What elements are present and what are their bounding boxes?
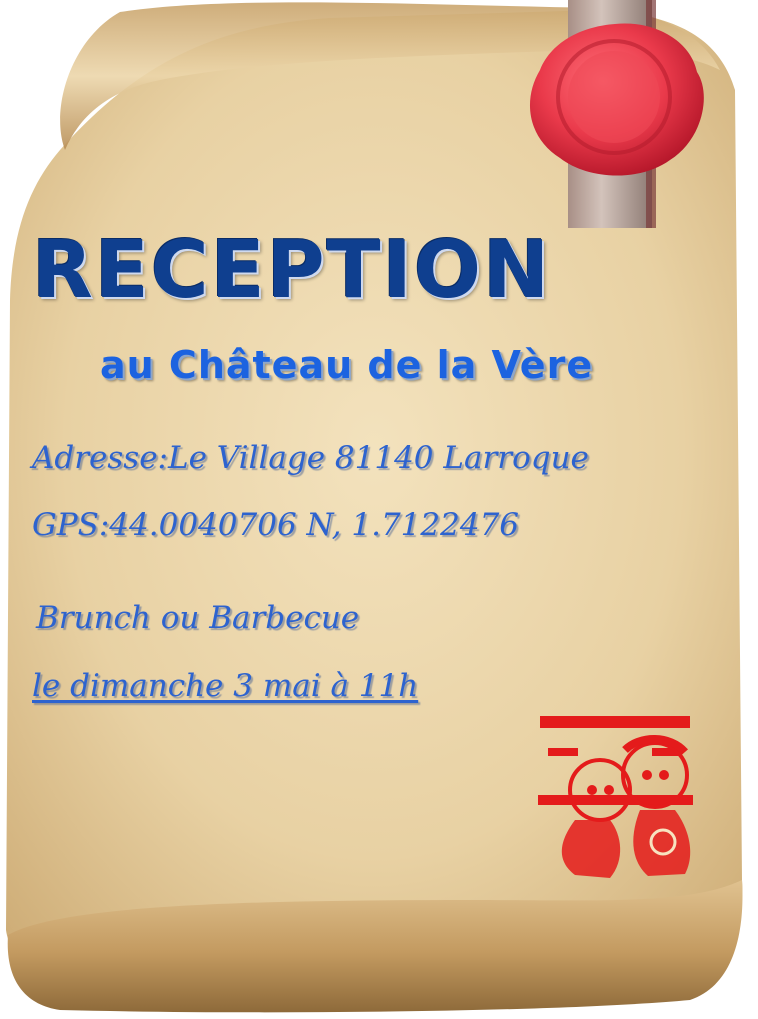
address-line: Adresse:Le Village 81140 Larroque <box>32 440 589 476</box>
event-date-link[interactable]: le dimanche 3 mai à 11h <box>32 668 418 704</box>
gps-coordinates: GPS:44.0040706 N, 1.7122476 <box>32 507 520 543</box>
invitation-scroll: RECEPTION au Château de la Vère Adresse:… <box>0 0 758 1019</box>
event-type: Brunch ou Barbecue <box>36 600 360 636</box>
reception-title: RECEPTION <box>32 224 552 316</box>
venue-subtitle: au Château de la Vère <box>100 343 594 387</box>
